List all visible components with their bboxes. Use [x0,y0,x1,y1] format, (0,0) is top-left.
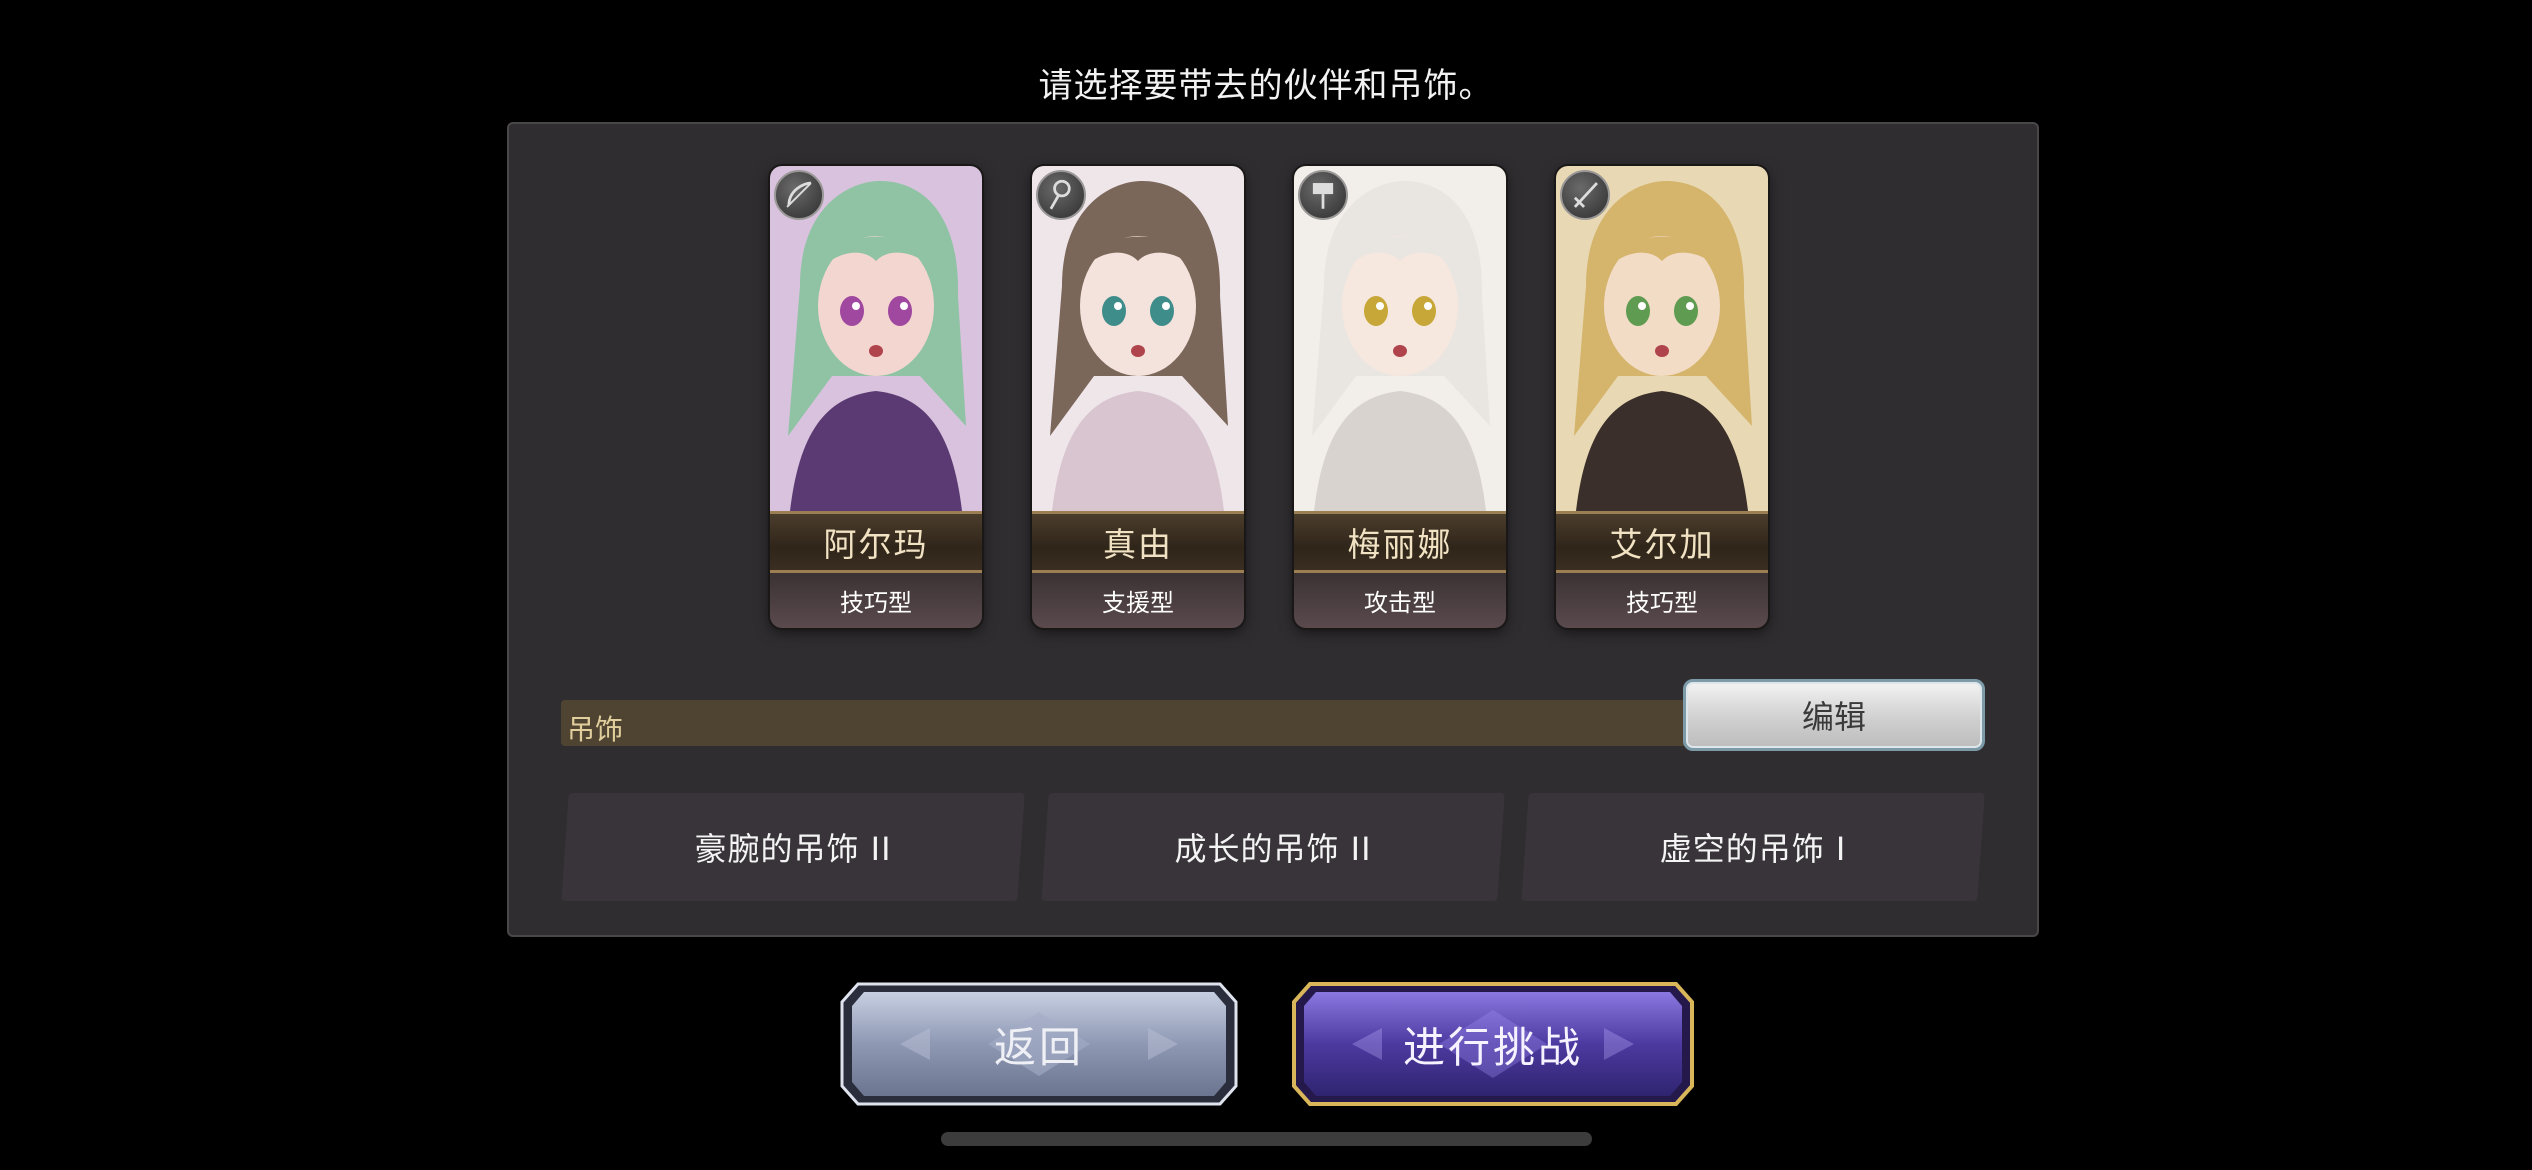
charm-slot-2[interactable]: 成长的吊饰 II [1041,793,1505,901]
charm-section-label: 吊饰 [567,713,624,746]
character-name: 真由 [1032,511,1244,573]
charm-slot-3[interactable]: 虚空的吊饰 I [1521,793,1985,901]
character-name: 阿尔玛 [770,511,982,573]
character-name: 艾尔加 [1556,511,1768,573]
charm-section-bar: 吊饰 [561,700,1693,746]
party-cards: 阿尔玛 技巧型 真由 支援型 梅丽娜 攻击型 艾尔加 技巧型 [770,166,1770,628]
start-challenge-button[interactable]: 进行挑战 [1292,982,1694,1106]
home-indicator-bar[interactable] [941,1132,1592,1146]
character-name: 梅丽娜 [1294,511,1506,573]
back-button[interactable]: 返回 [840,982,1238,1106]
charm-slot-label: 虚空的吊饰 I [1659,830,1847,868]
back-button-label: 返回 [993,1022,1084,1072]
party-card-melina[interactable]: 梅丽娜 攻击型 [1294,166,1506,628]
charm-slot-label: 豪腕的吊饰 II [694,830,892,868]
character-type: 技巧型 [1556,573,1768,628]
character-type: 攻击型 [1294,573,1506,628]
instruction-text: 请选择要带去的伙伴和吊饰。 [1038,66,1494,106]
charm-slot-1[interactable]: 豪腕的吊饰 II [561,793,1025,901]
start-challenge-label: 进行挑战 [1402,1022,1583,1072]
party-card-mayu[interactable]: 真由 支援型 [1032,166,1244,628]
party-card-elga[interactable]: 艾尔加 技巧型 [1556,166,1768,628]
charm-slot-label: 成长的吊饰 II [1174,830,1372,868]
character-type: 支援型 [1032,573,1244,628]
edit-charms-button[interactable]: 编辑 [1683,679,1985,751]
staff-icon [1036,170,1086,220]
character-type: 技巧型 [770,573,982,628]
sword-icon [1560,170,1610,220]
bow-icon [774,170,824,220]
hammer-icon [1298,170,1348,220]
screen: 请选择要带去的伙伴和吊饰。 阿尔玛 技巧型 真由 支援型 梅丽娜 攻击型 艾尔加… [0,0,2532,1170]
party-card-alma[interactable]: 阿尔玛 技巧型 [770,166,982,628]
